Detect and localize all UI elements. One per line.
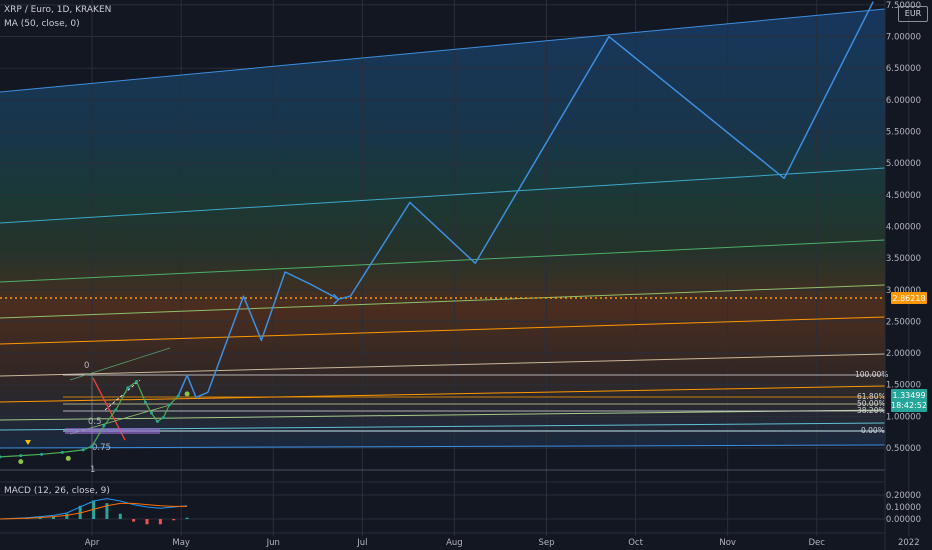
y-tick-label: 0.50000 — [886, 444, 921, 454]
y-tick-label: 5.00000 — [886, 159, 921, 169]
fib-channel-fill — [0, 9, 885, 448]
price-point — [176, 394, 180, 398]
y-tick-label: 4.50000 — [886, 191, 921, 201]
x-tick-label: Nov — [719, 538, 736, 548]
macd-histogram-bar — [132, 519, 136, 522]
price-point — [90, 444, 94, 448]
macd-histogram-bar — [65, 513, 69, 519]
x-tick-label: 2022 — [898, 538, 920, 548]
price-point — [81, 448, 85, 452]
svg-text:2.86218: 2.86218 — [892, 294, 925, 303]
macd-histogram-bar — [185, 517, 189, 519]
current-price-badge: 1.33499 18:42:52 — [891, 389, 927, 412]
signal-dot — [184, 391, 190, 397]
y-tick-label: 6.00000 — [886, 96, 921, 106]
y-tick-label: 2.50000 — [886, 317, 921, 327]
x-tick-label: May — [172, 538, 190, 548]
signal-dot — [65, 455, 71, 461]
x-tick-label: Jun — [266, 538, 280, 548]
y-tick-label: 4.00000 — [886, 222, 921, 232]
y-tick-label: 3.50000 — [886, 254, 921, 264]
svg-text:1.33499: 1.33499 — [892, 391, 925, 400]
macd-y-tick-label: 0.20000 — [886, 491, 921, 501]
price-point — [155, 419, 159, 423]
signal-dot — [18, 459, 24, 465]
x-tick-label: Dec — [809, 538, 826, 548]
price-point — [114, 408, 118, 412]
y-tick-label: 5.50000 — [886, 128, 921, 138]
price-point — [40, 452, 44, 456]
pitchfork-one-label: 1 — [90, 465, 95, 475]
time-axis: Apr May Jun Jul Aug Sep Oct Nov Dec 2022 — [85, 538, 920, 548]
macd-histogram-bar — [158, 519, 162, 525]
pitchfork-075-label: 0.75 — [92, 443, 111, 453]
pitchfork-05-label: 0.5 — [88, 417, 102, 427]
fib-label-000: 0.00% — [861, 426, 885, 435]
target-price-badge: 2.86218 — [891, 292, 927, 304]
price-point — [19, 454, 23, 458]
fib-label-382: 38.20% — [857, 406, 886, 415]
currency-badge[interactable]: EUR — [898, 6, 928, 22]
price-point — [0, 455, 2, 459]
bar-countdown: 18:42:52 — [891, 401, 927, 410]
x-tick-label: Apr — [85, 538, 100, 548]
x-tick-label: Sep — [538, 538, 554, 548]
macd-histogram-bar — [172, 519, 176, 521]
y-tick-label: 7.00000 — [886, 33, 921, 43]
x-tick-label: Oct — [628, 538, 643, 548]
price-axis: 0.500001.000001.500002.000002.500003.000… — [886, 1, 921, 454]
macd-y-tick-label: 0.10000 — [886, 503, 921, 513]
price-point — [167, 403, 171, 407]
ma-indicator-label[interactable]: MA (50, close, 0) — [4, 19, 80, 29]
pitchfork-zero-label: 0 — [84, 361, 89, 371]
macd-y-tick-label: 0.00000 — [886, 515, 921, 525]
macd-pane: 0.20000 0.10000 0.00000 — [0, 481, 921, 534]
macd-histogram-bar — [118, 513, 122, 519]
chart-canvas[interactable]: 0 1 0.5 0.75 100.00% 61.80% 50.00% 38.20… — [0, 0, 932, 550]
macd-histogram-bar — [145, 519, 149, 525]
price-point — [102, 424, 106, 428]
price-point — [126, 386, 130, 390]
price-point — [60, 450, 64, 454]
price-point — [161, 416, 165, 420]
price-point — [135, 380, 139, 384]
y-tick-label: 6.50000 — [886, 64, 921, 74]
y-tick-label: 2.00000 — [886, 349, 921, 359]
price-point — [144, 400, 148, 404]
symbol-title[interactable]: XRP / Euro, 1D, KRAKEN — [4, 5, 111, 15]
x-tick-label: Jul — [356, 538, 367, 548]
price-point — [149, 411, 153, 415]
macd-indicator-label[interactable]: MACD (12, 26, close, 9) — [4, 486, 110, 496]
y-tick-label: 1.00000 — [886, 412, 921, 422]
x-tick-label: Aug — [446, 538, 463, 548]
fib-label-100: 100.00% — [855, 370, 888, 379]
